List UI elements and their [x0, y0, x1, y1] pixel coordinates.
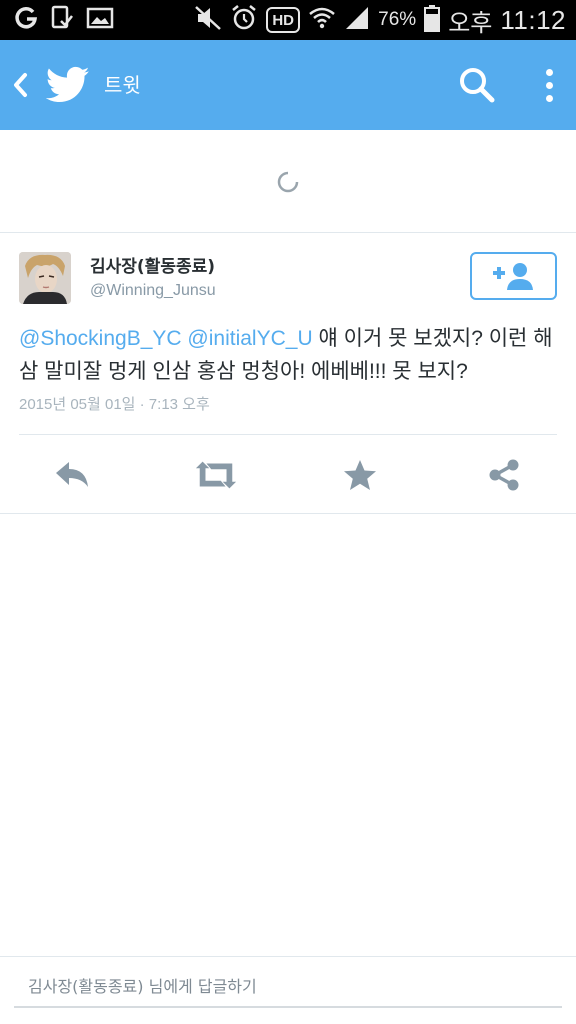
reply-input[interactable]	[14, 958, 562, 1006]
tweet-actions	[0, 436, 576, 513]
reply-button[interactable]	[50, 456, 94, 494]
divider	[0, 232, 576, 233]
mute-icon	[194, 5, 222, 35]
retweet-icon	[195, 461, 237, 489]
follow-user-icon	[492, 263, 533, 290]
back-button[interactable]	[6, 65, 34, 105]
hd-voice-icon: HD	[266, 7, 301, 33]
back-icon	[14, 73, 27, 97]
screen: HD 76% 오후 11:12 트윗 김사장(활동종료) @Winning_Ju…	[0, 0, 576, 1024]
user-handle[interactable]: @Winning_Junsu	[90, 280, 216, 302]
avatar[interactable]	[19, 252, 71, 304]
overflow-dot	[545, 94, 553, 102]
retweet-button[interactable]	[194, 456, 238, 494]
battery-icon	[424, 4, 441, 36]
hd-label: HD	[272, 11, 294, 29]
loading-spinner-icon	[277, 171, 299, 193]
follow-button[interactable]	[470, 252, 557, 300]
app-bar: 트윗	[0, 40, 576, 130]
carrier-g-icon	[14, 6, 38, 34]
favorite-button[interactable]	[338, 456, 382, 494]
divider	[0, 956, 576, 957]
status-ampm: 오후	[448, 9, 493, 37]
reply-icon	[56, 462, 88, 487]
status-bar: HD 76% 오후 11:12	[0, 0, 576, 40]
tweet-timestamp: 2015년 05월 01일 · 7:13 오후	[19, 396, 210, 413]
status-bar-right: HD 76% 오후 11:12	[194, 4, 566, 37]
divider	[19, 434, 557, 435]
reply-bar	[14, 958, 562, 1008]
alarm-icon	[230, 4, 258, 36]
wifi-icon	[308, 5, 336, 35]
display-name[interactable]: 김사장(활동종료)	[90, 255, 215, 279]
tweet-text: @ShockingB_YC @initialYC_U 얘 이거 못 보겠지? 이…	[19, 322, 564, 388]
status-time: 11:12	[500, 4, 566, 35]
conversation-loading-area	[0, 130, 576, 232]
divider	[0, 513, 576, 514]
gallery-icon	[86, 6, 114, 34]
mention-link[interactable]: @initialYC_U	[187, 327, 312, 350]
overflow-menu-button[interactable]	[532, 64, 566, 106]
search-icon	[460, 68, 495, 103]
battery-percent: 76%	[378, 9, 417, 30]
search-button[interactable]	[456, 64, 498, 106]
signal-icon	[344, 5, 370, 35]
twitter-bird-icon	[45, 66, 90, 104]
overflow-dot	[545, 81, 553, 89]
share-icon	[489, 459, 519, 491]
share-button[interactable]	[482, 456, 526, 494]
mention-link[interactable]: @ShockingB_YC	[19, 327, 182, 350]
favorite-star-icon	[344, 460, 376, 490]
overflow-dot	[545, 68, 553, 76]
status-bar-left	[14, 5, 114, 35]
page-title: 트윗	[104, 73, 141, 97]
tablet-check-icon	[50, 5, 74, 35]
